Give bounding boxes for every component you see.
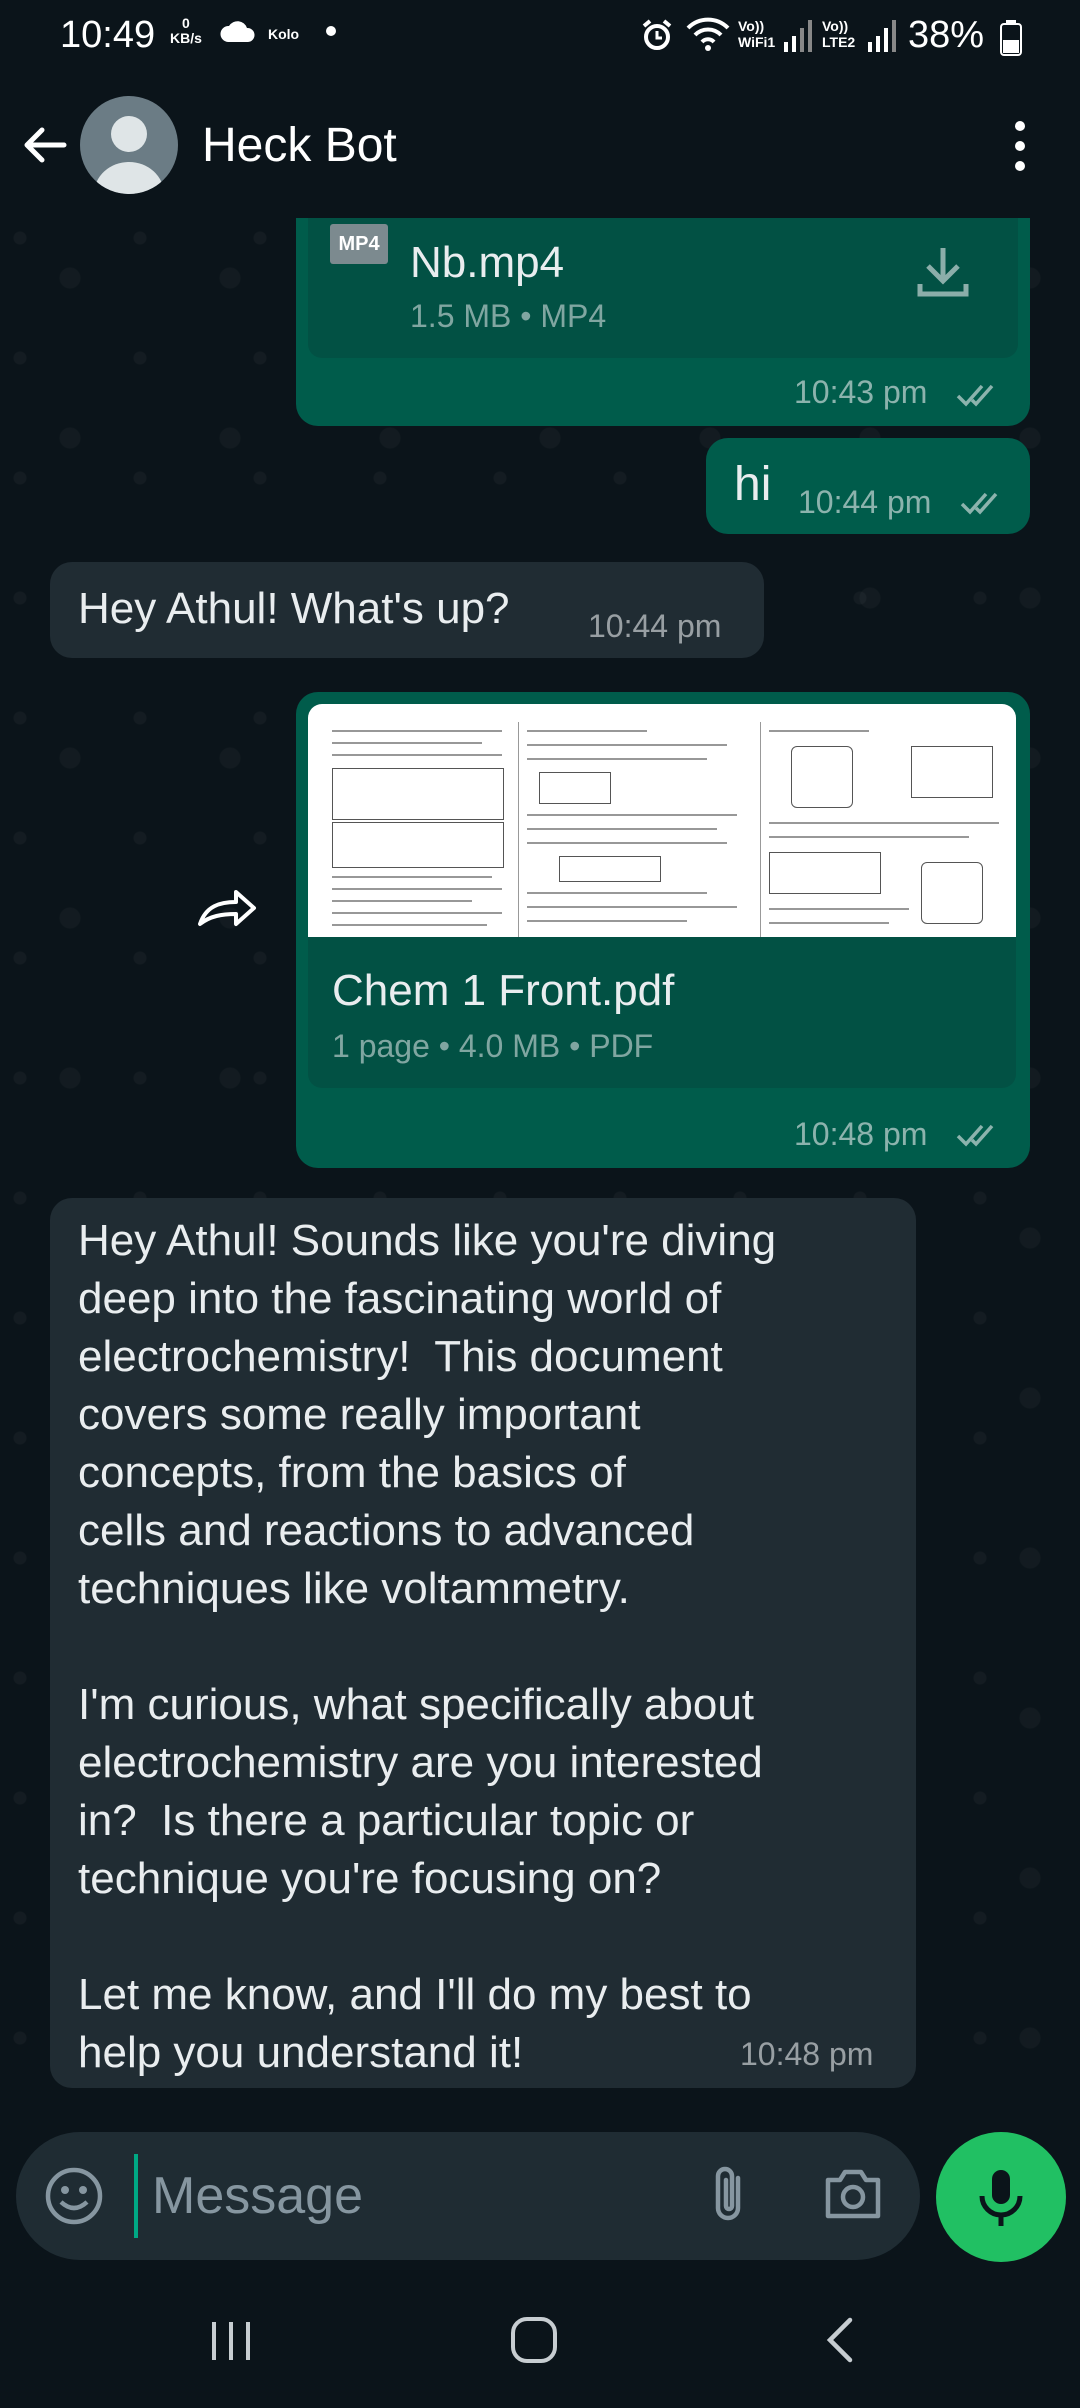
status-app-label: Kolo: [268, 26, 300, 42]
read-receipt-icon: [956, 1120, 1004, 1155]
file-attachment[interactable]: MP4 Nb.mp4 1.5 MB • MP4: [308, 218, 1018, 358]
arrow-left-icon[interactable]: [20, 120, 70, 175]
person-avatar-icon[interactable]: [80, 96, 178, 194]
net-speed: 0 KB/s: [170, 16, 202, 46]
chat-title[interactable]: Heck Bot: [202, 118, 397, 173]
battery-icon: [1000, 20, 1022, 61]
message-bubble-outgoing[interactable]: Chem 1 Front.pdf 1 page • 4.0 MB • PDF 1…: [296, 692, 1030, 1168]
message-input[interactable]: [134, 2154, 712, 2238]
download-icon[interactable]: [916, 244, 970, 305]
emoji-icon[interactable]: [44, 2166, 104, 2231]
message-text: Hey Athul! What's up?: [78, 584, 510, 633]
net-speed-unit: KB/s: [170, 30, 202, 46]
message-bubble-outgoing[interactable]: hi 10:44 pm: [706, 438, 1030, 534]
message-text: hi: [734, 458, 772, 511]
system-nav-bar: [0, 2262, 1080, 2408]
volte-lte-label: Vo)) LTE2: [822, 18, 856, 50]
message-time: 10:44 pm: [588, 608, 722, 644]
message-text: Hey Athul! Sounds like you're diving dee…: [78, 1216, 777, 2077]
nav-back-icon[interactable]: [822, 2316, 856, 2369]
status-time: 10:49: [60, 14, 156, 56]
forward-icon[interactable]: [196, 888, 258, 933]
more-vertical-icon[interactable]: [1000, 118, 1040, 179]
mp4-file-icon: MP4: [330, 224, 388, 264]
message-bubble-outgoing[interactable]: MP4 Nb.mp4 1.5 MB • MP4 10:43 pm: [296, 218, 1030, 426]
read-receipt-icon: [960, 488, 1008, 523]
cloud-icon: [218, 20, 258, 49]
paperclip-icon[interactable]: [706, 2164, 754, 2231]
chat-header: Heck Bot: [0, 74, 1080, 218]
message-bubble-incoming[interactable]: Hey Athul! Sounds like you're diving dee…: [50, 1198, 916, 2088]
signal-icon: [866, 18, 896, 57]
document-preview: [308, 704, 1016, 937]
message-time: 10:48 pm: [740, 2036, 874, 2072]
message-bubble-incoming[interactable]: Hey Athul! What's up? 10:44 pm: [50, 562, 764, 658]
battery-percent: 38%: [908, 14, 985, 56]
signal-icon: [782, 18, 812, 57]
message-composer: [16, 2132, 920, 2260]
message-time: 10:43 pm: [794, 374, 928, 410]
file-meta: 1 page • 4.0 MB • PDF: [332, 1028, 654, 1064]
net-speed-value: 0: [182, 15, 190, 31]
camera-icon[interactable]: [822, 2166, 884, 2227]
message-time: 10:44 pm: [798, 484, 932, 520]
microphone-button[interactable]: [936, 2132, 1066, 2262]
microphone-icon: [979, 2170, 1023, 2226]
file-name: Nb.mp4: [410, 238, 565, 287]
read-receipt-icon: [956, 380, 1004, 415]
file-meta: 1.5 MB • MP4: [410, 298, 607, 334]
status-bar: 10:49 0 KB/s Kolo Vo)) WiFi1 Vo)) LTE2 3…: [0, 0, 1080, 74]
alarm-icon: [640, 18, 674, 57]
message-time: 10:48 pm: [794, 1116, 928, 1152]
file-name: Chem 1 Front.pdf: [332, 966, 675, 1015]
wifi-icon: [686, 16, 730, 57]
notification-dot-icon: [326, 26, 336, 36]
home-icon[interactable]: [510, 2316, 558, 2369]
recent-apps-icon[interactable]: [206, 2318, 256, 2369]
message-list[interactable]: MP4 Nb.mp4 1.5 MB • MP4 10:43 pm hi 10:4…: [0, 218, 1080, 2128]
document-attachment[interactable]: Chem 1 Front.pdf 1 page • 4.0 MB • PDF: [308, 704, 1016, 1088]
volte-wifi-label: Vo)) WiFi1: [738, 18, 776, 50]
